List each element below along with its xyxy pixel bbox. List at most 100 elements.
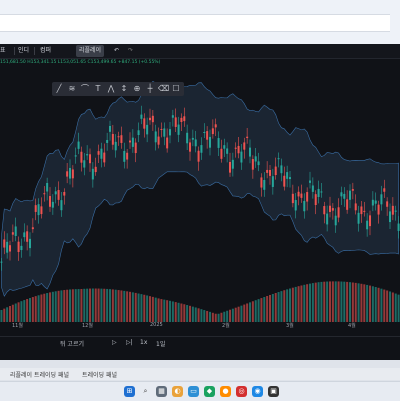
fib-tool-icon[interactable]: ≋ xyxy=(67,83,77,95)
candle xyxy=(100,148,103,159)
explorer-icon[interactable]: ▭ xyxy=(188,386,199,397)
candle xyxy=(306,192,309,202)
edge-icon[interactable]: ◉ xyxy=(252,386,263,397)
volume-bar xyxy=(206,310,209,322)
volume-bar xyxy=(360,283,363,322)
volume-bar xyxy=(309,283,311,322)
volume-bar xyxy=(134,292,137,322)
back-button[interactable]: 뒤 고르기 xyxy=(60,339,84,348)
redo-icon[interactable]: ↷ xyxy=(128,45,133,57)
volume-bar xyxy=(237,306,240,322)
interval-selector[interactable]: 1일 xyxy=(156,339,165,348)
candle xyxy=(349,190,351,200)
terminal-icon[interactable]: ▣ xyxy=(268,386,279,397)
text-tool-icon[interactable]: T xyxy=(93,83,103,95)
volume-bar xyxy=(300,285,303,322)
line-tool-icon[interactable]: ╱ xyxy=(54,83,64,95)
candle xyxy=(74,155,77,157)
candle xyxy=(351,189,354,191)
candle xyxy=(86,154,89,156)
candle xyxy=(314,194,317,206)
widgets-icon[interactable]: ◐ xyxy=(172,386,183,397)
candle xyxy=(94,166,97,173)
candle xyxy=(77,141,80,149)
brush-tool-icon[interactable]: ⌒ xyxy=(80,83,90,95)
volume-bar xyxy=(91,288,94,322)
volume-bar xyxy=(6,307,9,322)
volume-bar xyxy=(203,310,206,322)
volume-bar xyxy=(277,292,280,322)
candle xyxy=(240,151,243,163)
candle xyxy=(229,161,231,173)
zoom-tool-icon[interactable]: ⊕ xyxy=(132,83,142,95)
task-view-icon[interactable]: ▦ xyxy=(156,386,167,397)
volume-bar xyxy=(14,303,17,322)
volume-bar xyxy=(286,289,289,322)
tab-replay-trading[interactable]: 리플레이 트레이딩 패널 xyxy=(10,370,69,379)
x-axis-label: 11월 xyxy=(12,323,23,329)
candle xyxy=(20,245,23,251)
rectangle-tool-icon[interactable]: ☐ xyxy=(171,83,181,95)
replay-button[interactable]: 리플레이 xyxy=(76,45,105,57)
volume-bar xyxy=(0,310,3,322)
taskbar: ⊞ ⌕ ▦ ◐ ▭ ◆ ● ◎ ◉ ▣ xyxy=(0,381,400,401)
volume-bar xyxy=(103,288,106,322)
step-forward-icon[interactable]: ▷| xyxy=(126,339,133,346)
compare-button[interactable]: 컴퍼 xyxy=(37,45,54,57)
address-bar[interactable] xyxy=(0,14,390,32)
app-icon[interactable]: ● xyxy=(220,386,231,397)
candle xyxy=(37,204,40,216)
windows-start-icon[interactable]: ⊞ xyxy=(124,386,135,397)
candle xyxy=(180,117,183,122)
candle xyxy=(49,196,51,207)
volume-bar xyxy=(243,304,246,322)
volume-bar xyxy=(257,299,260,322)
volume-bar xyxy=(334,281,337,322)
undo-icon[interactable]: ↶ xyxy=(114,45,119,57)
price-chart[interactable] xyxy=(0,68,400,322)
divider xyxy=(34,47,35,55)
tab-trading-panel[interactable]: 트레이딩 패널 xyxy=(82,370,117,379)
play-icon[interactable]: ▷ xyxy=(112,339,117,346)
candle xyxy=(177,124,180,135)
volume-bar xyxy=(283,290,286,322)
candle xyxy=(269,169,271,176)
store-icon[interactable]: ◆ xyxy=(204,386,215,397)
speed-selector[interactable]: 1x xyxy=(140,339,147,346)
measure-tool-icon[interactable]: ↕ xyxy=(119,83,129,95)
volume-bar xyxy=(131,292,134,322)
candle xyxy=(234,147,237,149)
candle xyxy=(9,245,11,252)
volume-bar xyxy=(54,291,57,322)
candle xyxy=(231,159,234,169)
chrome-icon[interactable]: ◎ xyxy=(236,386,247,397)
volume-bar xyxy=(220,312,223,322)
candle xyxy=(389,211,391,223)
volume-bar xyxy=(369,285,371,322)
ruler-tool-icon[interactable]: ┼ xyxy=(145,83,155,95)
volume-bar xyxy=(357,283,360,322)
volume-bar xyxy=(314,282,317,322)
volume-bar xyxy=(391,292,394,322)
volume-bar xyxy=(274,292,277,322)
candle xyxy=(103,152,106,163)
pattern-tool-icon[interactable]: ⋀ xyxy=(106,83,116,95)
volume-bar xyxy=(194,307,197,322)
candle xyxy=(209,136,211,148)
candle xyxy=(134,142,137,154)
volume-bar xyxy=(57,290,60,322)
candle xyxy=(26,231,29,242)
x-axis-label: 2025 xyxy=(150,322,163,328)
search-icon[interactable]: ⌕ xyxy=(140,386,151,397)
volume-bar xyxy=(311,283,314,322)
x-axis-label: 2월 xyxy=(222,323,230,329)
volume-bar xyxy=(343,281,346,322)
menu-label[interactable]: 표 xyxy=(0,45,6,57)
eraser-tool-icon[interactable]: ⌫ xyxy=(158,83,169,95)
candle xyxy=(280,165,283,174)
volume-bar xyxy=(111,289,114,322)
volume-bar xyxy=(3,308,6,322)
indicator-button[interactable]: 인디 xyxy=(18,45,29,57)
candle xyxy=(54,191,57,195)
volume-bar xyxy=(169,300,171,322)
